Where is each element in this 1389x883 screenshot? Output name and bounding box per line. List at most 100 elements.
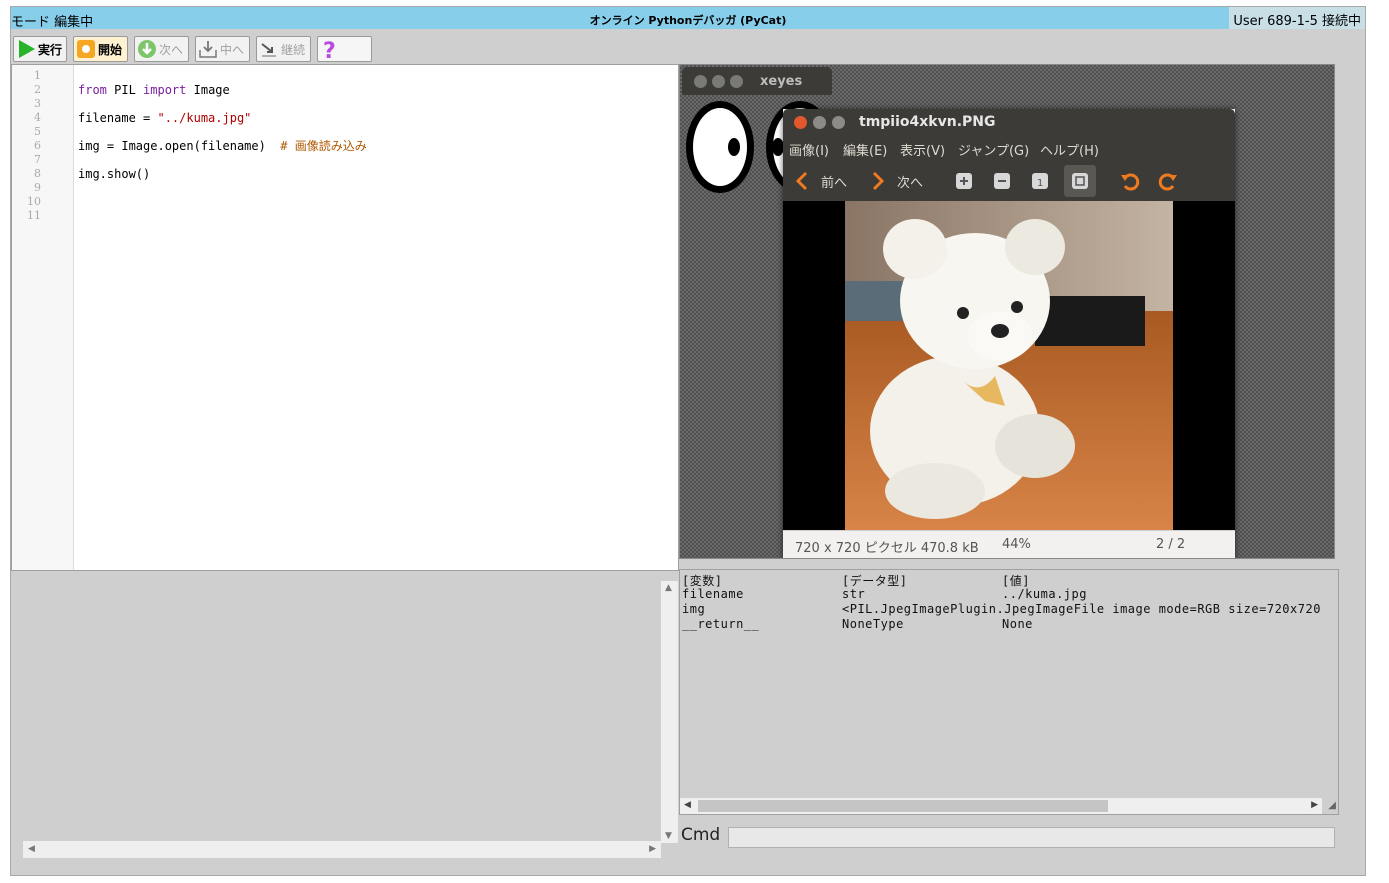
- string-literal: "../kuma.jpg": [157, 111, 252, 125]
- continue-button[interactable]: 継続: [256, 36, 311, 62]
- line-number: 8: [34, 167, 41, 180]
- image-viewer-window[interactable]: tmpiio4xkvn.PNG 画像(I) 編集(E) 表示(V) ジャンプ(G…: [783, 109, 1235, 558]
- step-over-button[interactable]: 次へ: [134, 36, 189, 62]
- code-text: filename =: [78, 111, 158, 125]
- viewer-statusbar: 720 x 720 ピクセル 470.8 kB 44% 2 / 2: [783, 530, 1235, 558]
- maximize-icon[interactable]: [832, 116, 845, 129]
- chevron-right-icon: [872, 171, 885, 191]
- resize-grip-icon[interactable]: ◢: [1328, 800, 1336, 811]
- code-text: img = Image.open(filename): [78, 139, 281, 153]
- prev-image-button[interactable]: 前へ: [795, 169, 847, 193]
- bug-icon: [76, 39, 96, 59]
- output-horizontal-scrollbar[interactable]: ◀ ▶: [23, 841, 661, 858]
- start-button[interactable]: 開始: [73, 36, 128, 62]
- viewer-toolbar: 前へ 次へ 1: [783, 161, 1235, 201]
- line-number-gutter: 1 2 3 4 5 6 7 8 9 10 11: [12, 65, 74, 570]
- code-line-4: filename = "../kuma.jpg": [78, 111, 251, 125]
- minimize-icon[interactable]: [813, 116, 826, 129]
- output-vertical-scrollbar[interactable]: ▲ ▼: [661, 581, 678, 843]
- next-image-button[interactable]: 次へ: [871, 169, 923, 193]
- rotate-left-icon[interactable]: [1119, 170, 1141, 192]
- teddy-bear-photo: [845, 201, 1173, 530]
- line-number: 2: [34, 83, 41, 96]
- variable-type: str: [842, 587, 866, 601]
- line-number: 4: [34, 111, 41, 124]
- code-line-6: img = Image.open(filename) # 画像読み込み: [78, 139, 367, 153]
- normal-size-icon[interactable]: 1: [1029, 170, 1051, 192]
- step-into-label: 中へ: [220, 42, 245, 57]
- zoom-in-icon[interactable]: [953, 170, 975, 192]
- code-text: Image: [186, 83, 230, 97]
- code-text: PIL: [106, 83, 144, 97]
- output-panel: ▲ ▼ ◀ ▶: [11, 571, 679, 861]
- toolbar: 実行 開始 次へ 中へ 継続 ?: [11, 34, 411, 64]
- image-canvas: [783, 201, 1235, 530]
- maximize-icon[interactable]: [730, 75, 743, 88]
- line-number: 5: [34, 125, 41, 138]
- viewer-title: tmpiio4xkvn.PNG: [859, 114, 996, 130]
- menu-view[interactable]: 表示(V): [900, 140, 945, 159]
- variable-type: NoneType: [842, 617, 904, 631]
- menu-edit[interactable]: 編集(E): [843, 140, 887, 159]
- menu-image[interactable]: 画像(I): [789, 140, 829, 159]
- help-button[interactable]: ?: [317, 36, 372, 64]
- scroll-right-icon[interactable]: ▶: [1311, 800, 1318, 810]
- line-number: 11: [27, 209, 41, 222]
- step-over-label: 次へ: [159, 42, 184, 57]
- variables-horizontal-scrollbar[interactable]: ◀ ▶: [680, 798, 1322, 814]
- code-editor[interactable]: 1 2 3 4 5 6 7 8 9 10 11 from PIL import …: [11, 64, 679, 571]
- scroll-down-icon[interactable]: ▼: [665, 831, 672, 841]
- viewer-titlebar[interactable]: tmpiio4xkvn.PNG: [783, 109, 1235, 135]
- code-comment: # 画像読み込み: [280, 139, 367, 153]
- menu-help[interactable]: ヘルプ(H): [1040, 140, 1099, 159]
- line-number: 6: [34, 139, 41, 152]
- prev-label: 前へ: [821, 175, 848, 191]
- image-page: 2 / 2: [1156, 537, 1186, 552]
- continue-label: 継続: [281, 42, 306, 57]
- rotate-right-icon[interactable]: [1157, 170, 1179, 192]
- question-icon: ?: [320, 39, 340, 64]
- variables-panel: [変数] [データ型] [値] filename str ../kuma.jpg…: [679, 569, 1339, 815]
- title-bar: モード 編集中 オンライン Pythonデバッガ (PyCat) User 68…: [11, 7, 1365, 30]
- line-number: 10: [27, 195, 41, 208]
- cmd-label: Cmd: [681, 825, 721, 845]
- cmd-input[interactable]: [728, 827, 1335, 848]
- variable-value: ../kuma.jpg: [1002, 587, 1087, 601]
- line-number: 1: [34, 69, 41, 82]
- zoom-out-icon[interactable]: [991, 170, 1013, 192]
- step-into-button[interactable]: 中へ: [195, 36, 250, 62]
- play-icon: [16, 39, 36, 59]
- run-button-label: 実行: [38, 42, 63, 57]
- variable-value: None: [1002, 617, 1033, 631]
- close-icon[interactable]: [694, 75, 707, 88]
- xeyes-titlebar[interactable]: xeyes: [682, 67, 832, 95]
- variable-name: __return__: [682, 617, 760, 631]
- start-button-label: 開始: [98, 42, 123, 57]
- chevron-left-icon: [795, 171, 808, 191]
- viewer-menubar: 画像(I) 編集(E) 表示(V) ジャンプ(G) ヘルプ(H): [783, 135, 1235, 161]
- menu-jump[interactable]: ジャンプ(G): [958, 140, 1029, 159]
- minimize-icon[interactable]: [712, 75, 725, 88]
- scroll-left-icon[interactable]: ◀: [28, 844, 35, 854]
- display-area: xeyes tmpiio4xkvn.PNG 画像(I) 編集(E) 表示(V) …: [679, 64, 1335, 559]
- image-info: 720 x 720 ピクセル 470.8 kB: [795, 541, 979, 556]
- best-fit-icon[interactable]: [1064, 165, 1096, 197]
- variable-name: img: [682, 602, 706, 616]
- pycat-app: モード 編集中 オンライン Pythonデバッガ (PyCat) User 68…: [10, 6, 1366, 876]
- run-button[interactable]: 実行: [13, 36, 67, 62]
- variable-name: filename: [682, 587, 744, 601]
- continue-arrow-icon: [259, 39, 279, 59]
- svg-text:?: ?: [323, 39, 336, 61]
- zoom-level: 44%: [1002, 537, 1031, 552]
- scroll-left-icon[interactable]: ◀: [684, 800, 691, 810]
- close-icon[interactable]: [794, 116, 807, 129]
- scrollbar-thumb[interactable]: [698, 800, 1108, 812]
- next-label: 次へ: [897, 175, 924, 191]
- scroll-right-icon[interactable]: ▶: [649, 844, 656, 854]
- user-connection-status: User 689-1-5 接続中: [1229, 7, 1365, 29]
- keyword: from: [78, 83, 107, 97]
- line-number: 9: [34, 181, 41, 194]
- tray-in-icon: [198, 39, 218, 59]
- scroll-up-icon[interactable]: ▲: [665, 583, 672, 593]
- xeyes-title: xeyes: [760, 74, 803, 89]
